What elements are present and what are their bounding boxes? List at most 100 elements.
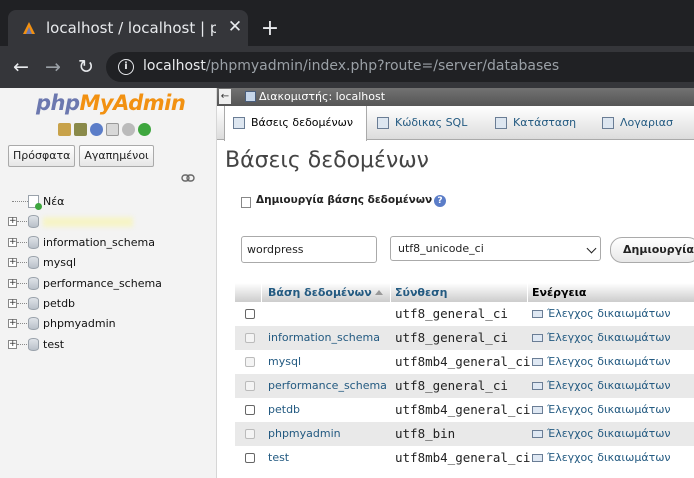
database-icon <box>28 317 39 331</box>
server-breadcrumb-bar: ← Διακομιστής: localhost <box>217 88 694 106</box>
database-icon <box>28 276 39 290</box>
collation-cell: utf8mb4_general_ci <box>395 354 531 369</box>
expand-icon[interactable]: + <box>8 217 17 227</box>
docs-icon[interactable] <box>106 123 119 136</box>
check-privileges-link[interactable]: Έλεγχος δικαιωμάτων <box>532 451 671 464</box>
privileges-icon <box>532 454 543 462</box>
expand-icon[interactable]: + <box>8 258 17 268</box>
database-name-link[interactable]: performance_schema <box>268 379 387 392</box>
tree-item-database[interactable]: + performance_schema <box>8 274 213 294</box>
create-database-heading: Δημιουργία βάσης δεδομένων <box>256 194 433 206</box>
sort-ascending-icon[interactable] <box>375 290 383 295</box>
logo-php-text: php <box>36 91 80 115</box>
browser-tab-bar: localhost / localhost | phpMyAdmin ✕ + <box>0 0 694 46</box>
action-label: Έλεγχος δικαιωμάτων <box>547 379 671 392</box>
expand-icon[interactable]: + <box>8 319 17 329</box>
refresh-icon[interactable] <box>138 123 151 136</box>
site-info-icon[interactable]: i <box>118 59 134 75</box>
column-header-database[interactable]: Βάση δεδομένων <box>268 286 372 299</box>
tree-item-database[interactable]: + <box>8 212 213 232</box>
row-checkbox[interactable] <box>245 405 255 415</box>
table-row: test utf8mb4_general_ci Έλεγχος δικαιωμά… <box>235 446 694 470</box>
action-label: Έλεγχος δικαιωμάτων <box>547 331 671 344</box>
close-tab-icon[interactable]: ✕ <box>226 18 244 36</box>
url-host: localhost <box>143 58 206 74</box>
tree-item-database[interactable]: + phpmyadmin <box>8 314 213 334</box>
table-row: petdb utf8mb4_general_ci Έλεγχος δικαιωμ… <box>235 398 694 422</box>
check-privileges-link[interactable]: Έλεγχος δικαιωμάτων <box>532 427 671 440</box>
check-privileges-link[interactable]: Έλεγχος δικαιωμάτων <box>532 403 671 416</box>
database-name-link[interactable]: test <box>268 451 289 464</box>
column-divider <box>390 283 391 302</box>
gear-icon[interactable] <box>122 123 135 136</box>
link-with-main-panel-icon[interactable] <box>181 174 195 182</box>
check-privileges-link[interactable]: Έλεγχος δικαιωμάτων <box>532 331 671 344</box>
database-name-link[interactable]: phpmyadmin <box>268 427 341 440</box>
privileges-icon <box>532 382 543 390</box>
browser-tab[interactable]: localhost / localhost | phpMyAdmin ✕ <box>8 10 248 46</box>
tab-status[interactable]: Κατάσταση <box>495 106 576 140</box>
back-arrow-icon[interactable]: ← <box>10 56 32 78</box>
url-text: localhost/phpmyadmin/index.php?route=/se… <box>143 58 559 74</box>
favorites-tab[interactable]: Αγαπημένοι <box>79 145 154 167</box>
action-label: Έλεγχος δικαιωμάτων <box>547 355 671 368</box>
row-checkbox <box>245 357 255 367</box>
row-checkbox <box>245 333 255 343</box>
table-row: mysql utf8mb4_general_ci Έλεγχος δικαιωμ… <box>235 350 694 374</box>
column-header-action: Ενέργεια <box>532 286 587 299</box>
create-database-button[interactable]: Δημιουργία <box>610 237 694 263</box>
help-icon[interactable] <box>90 123 103 136</box>
browser-toolbar: ← → ↻ i localhost/phpmyadmin/index.php?r… <box>0 46 694 88</box>
check-privileges-link[interactable]: Έλεγχος δικαιωμάτων <box>532 355 671 368</box>
tree-item-label: mysql <box>43 256 76 270</box>
phpmyadmin-logo[interactable]: phpMyAdmin <box>36 91 186 115</box>
database-icon <box>28 296 39 310</box>
quick-links <box>58 123 151 137</box>
sql-icon <box>377 117 389 129</box>
top-menu: Βάσεις δεδομένων Κώδικας SQL Κατάσταση Λ… <box>217 106 694 141</box>
expand-icon[interactable]: + <box>8 237 17 247</box>
tree-item-new[interactable]: Νέα <box>8 192 213 212</box>
collation-cell: utf8_bin <box>395 426 456 441</box>
forward-arrow-icon[interactable]: → <box>42 56 64 78</box>
address-bar[interactable]: i localhost/phpmyadmin/index.php?route=/… <box>106 52 694 82</box>
collapse-panel-icon[interactable]: ← <box>219 89 231 104</box>
expand-icon[interactable]: + <box>8 298 17 308</box>
database-name-link[interactable]: information_schema <box>268 331 380 344</box>
tree-item-database[interactable]: + test <box>8 335 213 355</box>
recent-tab[interactable]: Πρόσφατα <box>8 145 76 167</box>
column-header-collation[interactable]: Σύνθεση <box>395 286 448 299</box>
logout-icon[interactable] <box>74 123 87 136</box>
privileges-icon <box>532 334 543 342</box>
row-checkbox[interactable] <box>245 453 255 463</box>
home-icon[interactable] <box>58 123 71 136</box>
check-privileges-link[interactable]: Έλεγχος δικαιωμάτων <box>532 307 671 320</box>
tree-item-database[interactable]: + information_schema <box>8 233 213 253</box>
action-label: Έλεγχος δικαιωμάτων <box>547 307 671 320</box>
tree-item-database[interactable]: + mysql <box>8 253 213 273</box>
tab-databases[interactable]: Βάσεις δεδομένων <box>224 106 367 141</box>
collation-selected-value: utf8_unicode_ci <box>398 242 484 255</box>
tree-item-database[interactable]: + petdb <box>8 294 213 314</box>
navigation-tabs: Πρόσφατα Αγαπημένοι <box>8 145 154 167</box>
tab-user-accounts[interactable]: Λογαριασ <box>602 106 673 140</box>
row-checkbox[interactable] <box>245 309 255 319</box>
new-tab-icon[interactable]: + <box>260 18 280 40</box>
database-icon <box>28 256 39 270</box>
logo-myadmin-text: MyAdmin <box>79 91 186 115</box>
expand-icon[interactable]: + <box>8 278 17 288</box>
url-path: /phpmyadmin/index.php?route=/server/data… <box>205 58 560 74</box>
database-name-input[interactable]: wordpress <box>241 236 377 263</box>
check-privileges-link[interactable]: Έλεγχος δικαιωμάτων <box>532 379 671 392</box>
server-breadcrumb[interactable]: Διακομιστής: localhost <box>259 90 385 103</box>
help-icon[interactable]: ? <box>434 195 446 207</box>
tab-label: Κατάσταση <box>513 116 577 129</box>
collation-select[interactable]: utf8_unicode_ci <box>390 236 601 261</box>
database-name-link[interactable]: petdb <box>268 403 300 416</box>
privileges-icon <box>532 310 543 318</box>
reload-icon[interactable]: ↻ <box>75 56 97 78</box>
tab-sql[interactable]: Κώδικας SQL <box>377 106 467 140</box>
tree-item-label: test <box>43 337 65 351</box>
expand-icon[interactable]: + <box>8 339 17 349</box>
database-name-link[interactable]: mysql <box>268 355 301 368</box>
